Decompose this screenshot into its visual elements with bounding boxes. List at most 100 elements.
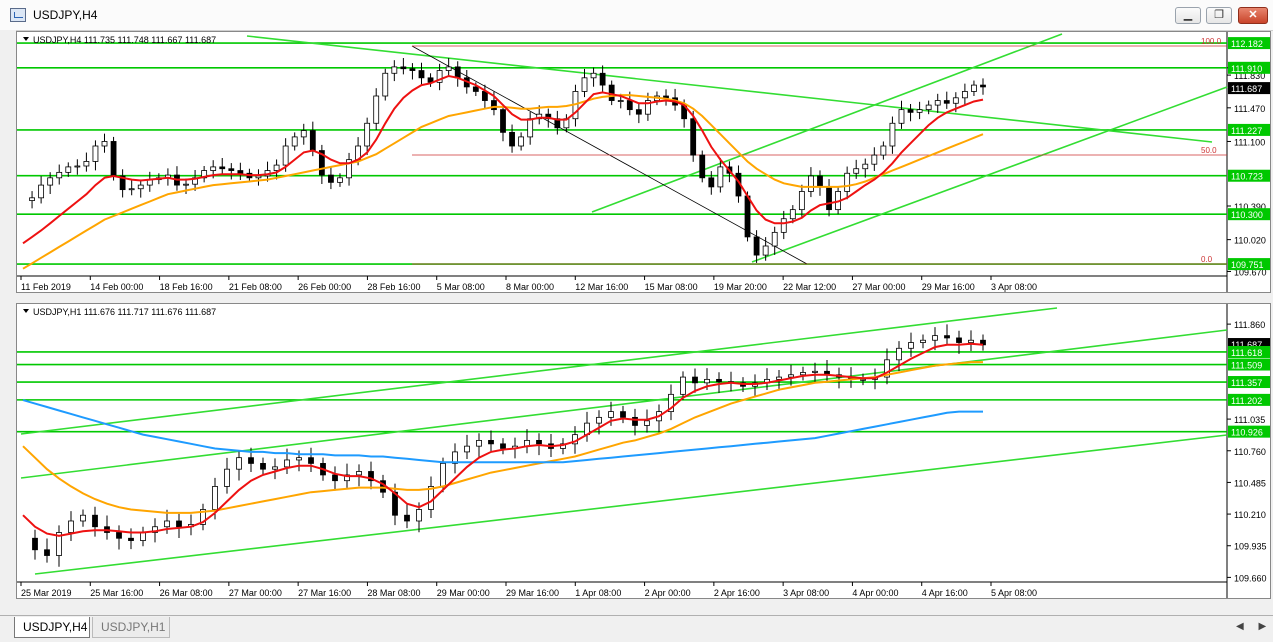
candle-body bbox=[273, 164, 280, 171]
time-tick-label: 25 Mar 16:00 bbox=[90, 588, 143, 598]
candle-body bbox=[626, 100, 633, 111]
time-tick-label: 29 Mar 16:00 bbox=[922, 282, 975, 292]
candle-body bbox=[762, 245, 769, 256]
time-tick-label: 29 Mar 16:00 bbox=[506, 588, 559, 598]
candle-body bbox=[428, 486, 434, 510]
candle-body bbox=[80, 514, 86, 522]
candle-body bbox=[38, 184, 45, 199]
candle-body bbox=[400, 66, 407, 70]
candle-body bbox=[282, 145, 289, 166]
candle-body bbox=[219, 166, 226, 170]
dropdown-triangle-icon[interactable] bbox=[23, 309, 29, 313]
time-tick-label: 5 Apr 08:00 bbox=[991, 588, 1037, 598]
candle-body bbox=[210, 166, 217, 171]
trendline[interactable] bbox=[591, 33, 1063, 213]
price-tick-label: 110.210 bbox=[1234, 510, 1266, 520]
candle-body bbox=[409, 68, 416, 71]
candle-body bbox=[608, 411, 614, 418]
time-tick-label: 3 Apr 08:00 bbox=[991, 282, 1037, 292]
price-tick-label: 111.035 bbox=[1234, 415, 1265, 425]
candle-body bbox=[491, 100, 497, 111]
candle-body bbox=[871, 154, 878, 165]
candle-body bbox=[971, 84, 977, 92]
candle-body bbox=[716, 378, 722, 383]
time-tick-label: 22 Mar 12:00 bbox=[783, 282, 836, 292]
candle-body bbox=[808, 175, 814, 192]
time-tick-label: 14 Feb 00:00 bbox=[90, 282, 143, 292]
time-tick-label: 28 Feb 16:00 bbox=[367, 282, 420, 292]
trendline[interactable] bbox=[751, 86, 1228, 263]
candle-body bbox=[617, 100, 624, 102]
candle-body bbox=[164, 520, 170, 528]
price-tick-label: 111.100 bbox=[1234, 137, 1265, 147]
candle-body bbox=[744, 195, 751, 238]
time-tick-label: 11 Feb 2019 bbox=[21, 282, 71, 292]
candle-body bbox=[92, 145, 99, 162]
candle-body bbox=[590, 72, 597, 79]
candle-body bbox=[237, 170, 244, 174]
dropdown-triangle-icon[interactable] bbox=[23, 37, 29, 41]
candle-body bbox=[47, 177, 54, 186]
candle-body bbox=[599, 72, 606, 86]
candle-body bbox=[925, 104, 932, 111]
time-tick-label: 25 Mar 2019 bbox=[21, 588, 72, 598]
h4-chart-pane[interactable]: 111.910111.830111.470111.100110.390110.0… bbox=[16, 31, 1271, 293]
minimize-button[interactable]: ▁ bbox=[1175, 7, 1201, 24]
candle-body bbox=[608, 84, 615, 101]
candle-body bbox=[332, 474, 338, 482]
candle-body bbox=[464, 445, 470, 453]
tab-scroll-arrows[interactable]: ◀ ▶ bbox=[1236, 621, 1272, 632]
candle-body bbox=[224, 468, 230, 487]
candle-body bbox=[680, 376, 686, 395]
candle-body bbox=[961, 91, 968, 99]
price-level-marker-label: 111.357 bbox=[1231, 378, 1262, 388]
candle-body bbox=[183, 183, 189, 186]
candle-body bbox=[944, 335, 950, 339]
price-level-marker-label: 111.687 bbox=[1231, 84, 1262, 94]
candle-body bbox=[337, 177, 343, 183]
close-button[interactable]: ✕ bbox=[1238, 7, 1268, 24]
candle-body bbox=[860, 378, 866, 381]
h1-chart-pane[interactable]: 111.860 111.035 110.760 110.485 110.210 109.9… bbox=[16, 303, 1271, 599]
candle-body bbox=[620, 411, 626, 418]
candle-body bbox=[817, 175, 823, 188]
candle-body bbox=[128, 537, 134, 541]
candle-body bbox=[889, 122, 896, 147]
candle-body bbox=[176, 520, 182, 528]
candle-body bbox=[789, 209, 796, 220]
candle-body bbox=[692, 376, 698, 384]
h4-chart-canvas[interactable]: 111.910111.830111.470111.100110.390110.0… bbox=[17, 32, 1271, 293]
left-strip bbox=[0, 30, 16, 615]
candle-body bbox=[472, 86, 479, 92]
tab-usdjpy-h4[interactable]: USDJPY,H4 bbox=[14, 617, 90, 638]
tab-usdjpy-h1[interactable]: USDJPY,H1 bbox=[92, 617, 170, 638]
candle-body bbox=[853, 168, 860, 174]
price-level-marker-label: 112.182 bbox=[1231, 39, 1263, 49]
time-tick-label: 21 Feb 08:00 bbox=[229, 282, 282, 292]
restore-button[interactable]: ❐ bbox=[1206, 7, 1232, 24]
candle-body bbox=[137, 184, 144, 190]
candle-body bbox=[212, 486, 218, 510]
candle-body bbox=[896, 347, 902, 361]
price-tick-label: 109.935 bbox=[1234, 542, 1267, 552]
candle-body bbox=[418, 70, 425, 79]
time-tick-label: 29 Mar 00:00 bbox=[437, 588, 490, 598]
candle-body bbox=[101, 141, 108, 147]
price-tick-label: 110.760 bbox=[1234, 447, 1266, 457]
time-tick-label: 26 Feb 00:00 bbox=[298, 282, 351, 292]
candle-body bbox=[635, 109, 642, 115]
candle-body bbox=[476, 439, 482, 447]
candle-body bbox=[800, 372, 806, 376]
time-tick-label: 19 Mar 20:00 bbox=[714, 282, 767, 292]
candle-body bbox=[753, 236, 760, 256]
time-tick-label: 26 Mar 08:00 bbox=[160, 588, 213, 598]
candle-body bbox=[296, 457, 302, 461]
candle-body bbox=[236, 457, 242, 470]
trendline[interactable] bbox=[246, 35, 1213, 143]
h1-chart-canvas[interactable]: 111.860 111.035 110.760 110.485 110.210 109.9… bbox=[17, 304, 1271, 599]
fib-level-label: 100.0 bbox=[1201, 37, 1222, 46]
candle-body bbox=[116, 532, 122, 539]
candle-body bbox=[968, 339, 974, 343]
candle-body bbox=[32, 537, 38, 551]
candle-body bbox=[65, 166, 72, 173]
